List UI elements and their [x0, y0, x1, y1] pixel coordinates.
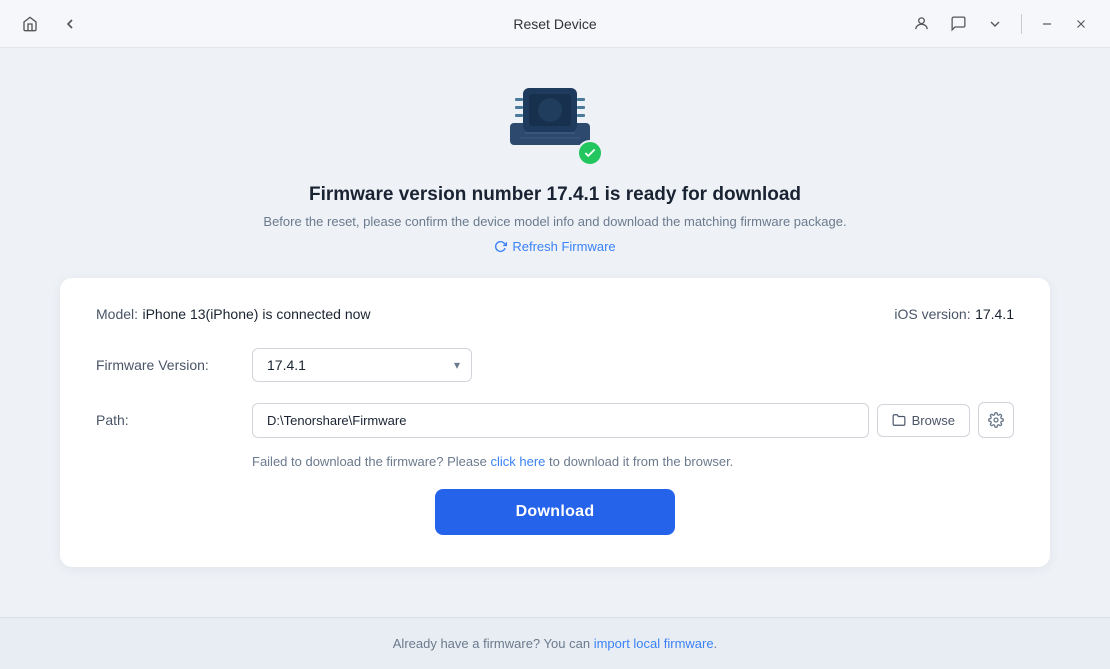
titlebar-left	[16, 12, 84, 36]
window-title: Reset Device	[513, 16, 596, 32]
footer-bar: Already have a firmware? You can import …	[0, 617, 1110, 669]
settings-button[interactable]	[978, 402, 1014, 438]
gear-icon	[988, 412, 1004, 428]
model-value: iPhone 13(iPhone) is connected now	[142, 306, 370, 322]
svg-text:: 	[545, 104, 556, 119]
firmware-version-label: Firmware Version:	[96, 357, 236, 373]
path-label: Path:	[96, 412, 236, 428]
footer-text-before: Already have a firmware? You can	[393, 636, 590, 651]
chevron-down-button[interactable]	[981, 12, 1009, 36]
download-button[interactable]: Download	[435, 489, 675, 535]
ios-label: iOS version:	[894, 306, 970, 322]
close-button[interactable]	[1068, 13, 1094, 35]
path-input[interactable]	[252, 403, 869, 438]
browse-button[interactable]: Browse	[877, 404, 970, 437]
download-btn-wrapper: Download	[96, 489, 1014, 535]
refresh-firmware-link[interactable]: Refresh Firmware	[494, 239, 615, 254]
titlebar-divider	[1021, 14, 1022, 34]
ios-value: 17.4.1	[975, 306, 1014, 322]
footer-text-after: .	[714, 636, 718, 651]
model-label: Model:	[96, 306, 138, 322]
minimize-button[interactable]	[1034, 13, 1060, 35]
import-local-firmware-link[interactable]: import local firmware	[594, 636, 714, 651]
ios-info: iOS version: 17.4.1	[894, 306, 1014, 324]
firmware-version-select-wrapper: 17.4.1 ▾	[252, 348, 472, 382]
home-button[interactable]	[16, 12, 44, 36]
error-hint: Failed to download the firmware? Please …	[252, 454, 1014, 469]
hero-title: Firmware version number 17.4.1 is ready …	[309, 184, 801, 206]
click-here-link[interactable]: click here	[490, 454, 545, 469]
hero-subtitle: Before the reset, please confirm the dev…	[263, 214, 846, 229]
back-button[interactable]	[56, 12, 84, 36]
folder-icon	[892, 413, 906, 427]
refresh-icon	[494, 240, 507, 253]
firmware-version-row: Firmware Version: 17.4.1 ▾	[96, 348, 1014, 382]
firmware-version-select[interactable]: 17.4.1	[252, 348, 472, 382]
chat-icon-button[interactable]	[944, 11, 973, 36]
check-badge-icon	[577, 140, 603, 166]
firmware-card: Model: iPhone 13(iPhone) is connected no…	[60, 278, 1050, 567]
model-info: Model: iPhone 13(iPhone) is connected no…	[96, 306, 371, 324]
hero-section:  Firmware version number 17.4.1 is read…	[263, 78, 846, 254]
main-content:  Firmware version number 17.4.1 is read…	[0, 48, 1110, 617]
titlebar-right	[907, 11, 1094, 36]
user-icon-button[interactable]	[907, 11, 936, 36]
path-row: Path: Browse	[96, 402, 1014, 438]
path-input-group: Browse	[252, 402, 1014, 438]
titlebar: Reset Device	[0, 0, 1110, 48]
device-icon-container: 	[505, 78, 605, 168]
model-info-row: Model: iPhone 13(iPhone) is connected no…	[96, 306, 1014, 324]
